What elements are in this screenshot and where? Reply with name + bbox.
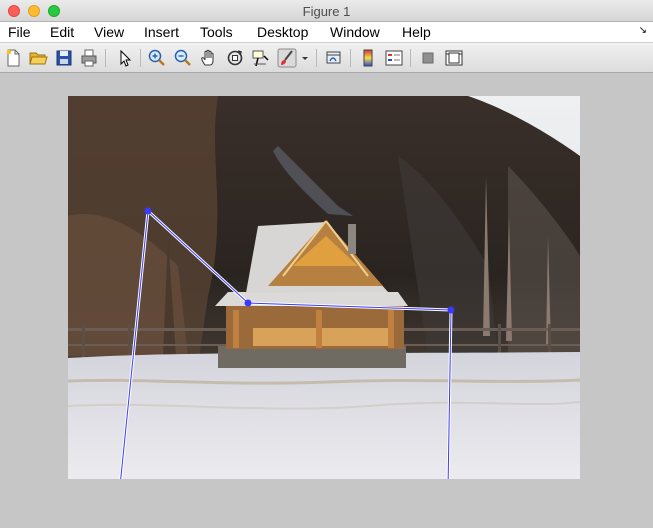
floppy-save-icon[interactable] [54,48,74,68]
legend-icon[interactable] [384,48,404,68]
title-bar: Figure 1 [0,0,653,22]
roi-vertex-handle[interactable] [144,207,152,215]
window-title: Figure 1 [302,4,351,19]
toolbar-separator [410,49,411,67]
house-photo-image [68,96,580,479]
dock-arrow-icon[interactable]: ↘ [639,25,647,36]
toolbar-separator [350,49,351,67]
link-plot-icon[interactable] [324,48,344,68]
hand-pan-icon[interactable] [199,48,219,68]
image-axes[interactable] [68,96,580,479]
arrow-pointer-icon[interactable] [115,48,135,68]
menu-view[interactable]: View [94,24,124,40]
new-file-icon[interactable] [3,48,23,68]
menu-insert[interactable]: Insert [144,24,179,40]
zoom-in-icon[interactable] [147,48,167,68]
menu-file[interactable]: File [8,24,31,40]
toolbar-separator [140,49,141,67]
menu-tools[interactable]: Tools [200,24,233,40]
hide-plot-tools-icon[interactable] [418,48,438,68]
printer-icon[interactable] [79,48,99,68]
roi-vertex-handle[interactable] [447,306,455,314]
rotate-3d-icon[interactable] [225,48,245,68]
menu-edit[interactable]: Edit [50,24,74,40]
toolbar-separator [105,49,106,67]
roi-vertex-handle[interactable] [244,299,252,307]
menu-bar: File Edit View Insert Tools Desktop Wind… [0,22,653,43]
colorbar-icon[interactable] [358,48,378,68]
dropdown-arrow-icon[interactable] [299,48,311,68]
menu-help[interactable]: Help [402,24,431,40]
data-cursor-icon[interactable] [251,48,271,68]
figure-toolbar [0,43,653,73]
show-plot-tools-icon[interactable] [444,48,464,68]
zoom-out-icon[interactable] [173,48,193,68]
folder-open-icon[interactable] [28,48,48,68]
toolbar-separator [316,49,317,67]
menu-desktop[interactable]: Desktop [257,24,308,40]
menu-window[interactable]: Window [330,24,380,40]
brush-icon[interactable] [277,48,297,68]
